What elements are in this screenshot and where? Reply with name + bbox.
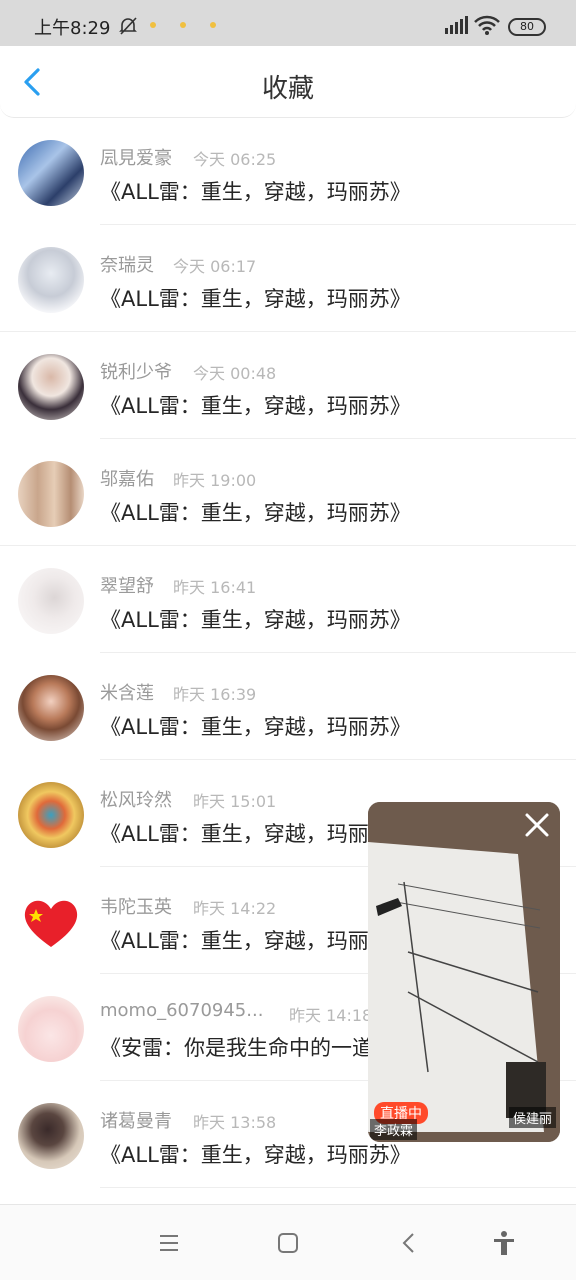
timestamp: 昨天 16:41 xyxy=(173,578,257,597)
page-title: 收藏 xyxy=(261,74,314,104)
accessibility-icon[interactable] xyxy=(490,1229,518,1257)
username[interactable]: 诸葛曼青 xyxy=(100,1107,172,1133)
list-item[interactable]: 锐利少爷 今天 00:48 《ALL雷：重生，穿越，玛丽苏》 xyxy=(0,332,576,439)
divider xyxy=(100,1187,576,1188)
username[interactable]: 奈瑞灵 xyxy=(100,251,154,277)
live-stream-window[interactable]: 直播中 李政霖 侯建丽 xyxy=(368,802,560,1142)
status-time: 上午8:29 xyxy=(34,18,111,39)
favorite-title[interactable]: 《ALL雷：重生，穿越，玛丽苏》 xyxy=(100,711,411,741)
avatar[interactable] xyxy=(18,247,84,313)
username[interactable]: momo_6070945... xyxy=(100,1000,263,1021)
header: 收藏 xyxy=(0,46,576,118)
favorite-title[interactable]: 《ALL雷：重生，穿越，玛丽苏》 xyxy=(100,283,411,313)
favorite-title[interactable]: 《ALL雷：重生，穿越，玛丽苏》 xyxy=(100,497,411,527)
live-host-name: 李政霖 xyxy=(370,1119,418,1140)
username[interactable]: 韦陀玉英 xyxy=(100,893,172,919)
timestamp: 昨天 16:39 xyxy=(173,685,257,704)
username[interactable]: 翠望舒 xyxy=(100,572,154,598)
username[interactable]: 松风玲然 xyxy=(100,786,172,812)
username[interactable]: 邬嘉佑 xyxy=(100,465,154,491)
wifi-icon xyxy=(474,15,500,35)
favorite-title[interactable]: 《安雷：你是我生命中的一道 xyxy=(100,1032,373,1062)
timestamp: 昨天 14:22 xyxy=(193,899,277,918)
live-guest-name: 侯建丽 xyxy=(508,1107,556,1128)
home-square-icon[interactable] xyxy=(274,1229,302,1257)
list-item[interactable]: 凨見爱豪 今天 06:25 《ALL雷：重生，穿越，玛丽苏》 xyxy=(0,118,576,225)
favorite-title[interactable]: 《ALL雷：重生，穿越，玛丽苏》 xyxy=(100,390,411,420)
list-item[interactable]: 奈瑞灵 今天 06:17 《ALL雷：重生，穿越，玛丽苏》 xyxy=(0,225,576,332)
list-item[interactable]: 邬嘉佑 昨天 19:00 《ALL雷：重生，穿越，玛丽苏》 xyxy=(0,439,576,546)
close-icon[interactable] xyxy=(520,808,554,842)
heart-flag-icon xyxy=(24,900,78,947)
avatar[interactable] xyxy=(18,461,84,527)
favorite-title[interactable]: 《ALL雷：重生，穿越，玛丽苏》 xyxy=(100,176,411,206)
username[interactable]: 凨見爱豪 xyxy=(100,144,172,170)
signal-icon xyxy=(445,16,468,34)
username[interactable]: 米含莲 xyxy=(100,679,154,705)
favorite-title[interactable]: 《ALL雷：重生，穿越，玛丽苏》 xyxy=(100,925,411,955)
timestamp: 昨天 19:00 xyxy=(173,471,257,490)
menu-icon[interactable] xyxy=(155,1229,183,1257)
timestamp: 今天 06:25 xyxy=(193,150,277,169)
avatar[interactable] xyxy=(18,1103,84,1169)
timestamp: 今天 06:17 xyxy=(173,257,257,276)
username[interactable]: 锐利少爷 xyxy=(100,358,172,384)
list-item[interactable]: 米含莲 昨天 16:39 《ALL雷：重生，穿越，玛丽苏》 xyxy=(0,653,576,760)
system-nav-bar xyxy=(0,1204,576,1280)
avatar[interactable] xyxy=(18,782,84,848)
back-chevron-icon[interactable] xyxy=(395,1229,423,1257)
status-bar: 上午8:29 80 xyxy=(0,0,576,46)
avatar[interactable] xyxy=(18,140,84,206)
battery-icon: 80 xyxy=(508,18,546,36)
avatar[interactable] xyxy=(18,675,84,741)
avatar[interactable] xyxy=(18,354,84,420)
mute-icon xyxy=(119,17,137,35)
avatar[interactable] xyxy=(18,568,84,634)
avatar[interactable] xyxy=(18,889,84,955)
favorite-title[interactable]: 《ALL雷：重生，穿越，玛丽苏》 xyxy=(100,604,411,634)
timestamp: 今天 00:48 xyxy=(193,364,277,383)
timestamp: 昨天 15:01 xyxy=(193,792,277,811)
favorite-title[interactable]: 《ALL雷：重生，穿越，玛丽苏》 xyxy=(100,818,411,848)
avatar[interactable] xyxy=(18,996,84,1062)
timestamp: 昨天 14:18 xyxy=(289,1006,373,1025)
favorite-title[interactable]: 《ALL雷：重生，穿越，玛丽苏》 xyxy=(100,1139,411,1169)
list-item[interactable]: 翠望舒 昨天 16:41 《ALL雷：重生，穿越，玛丽苏》 xyxy=(0,546,576,653)
timestamp: 昨天 13:58 xyxy=(193,1113,277,1132)
